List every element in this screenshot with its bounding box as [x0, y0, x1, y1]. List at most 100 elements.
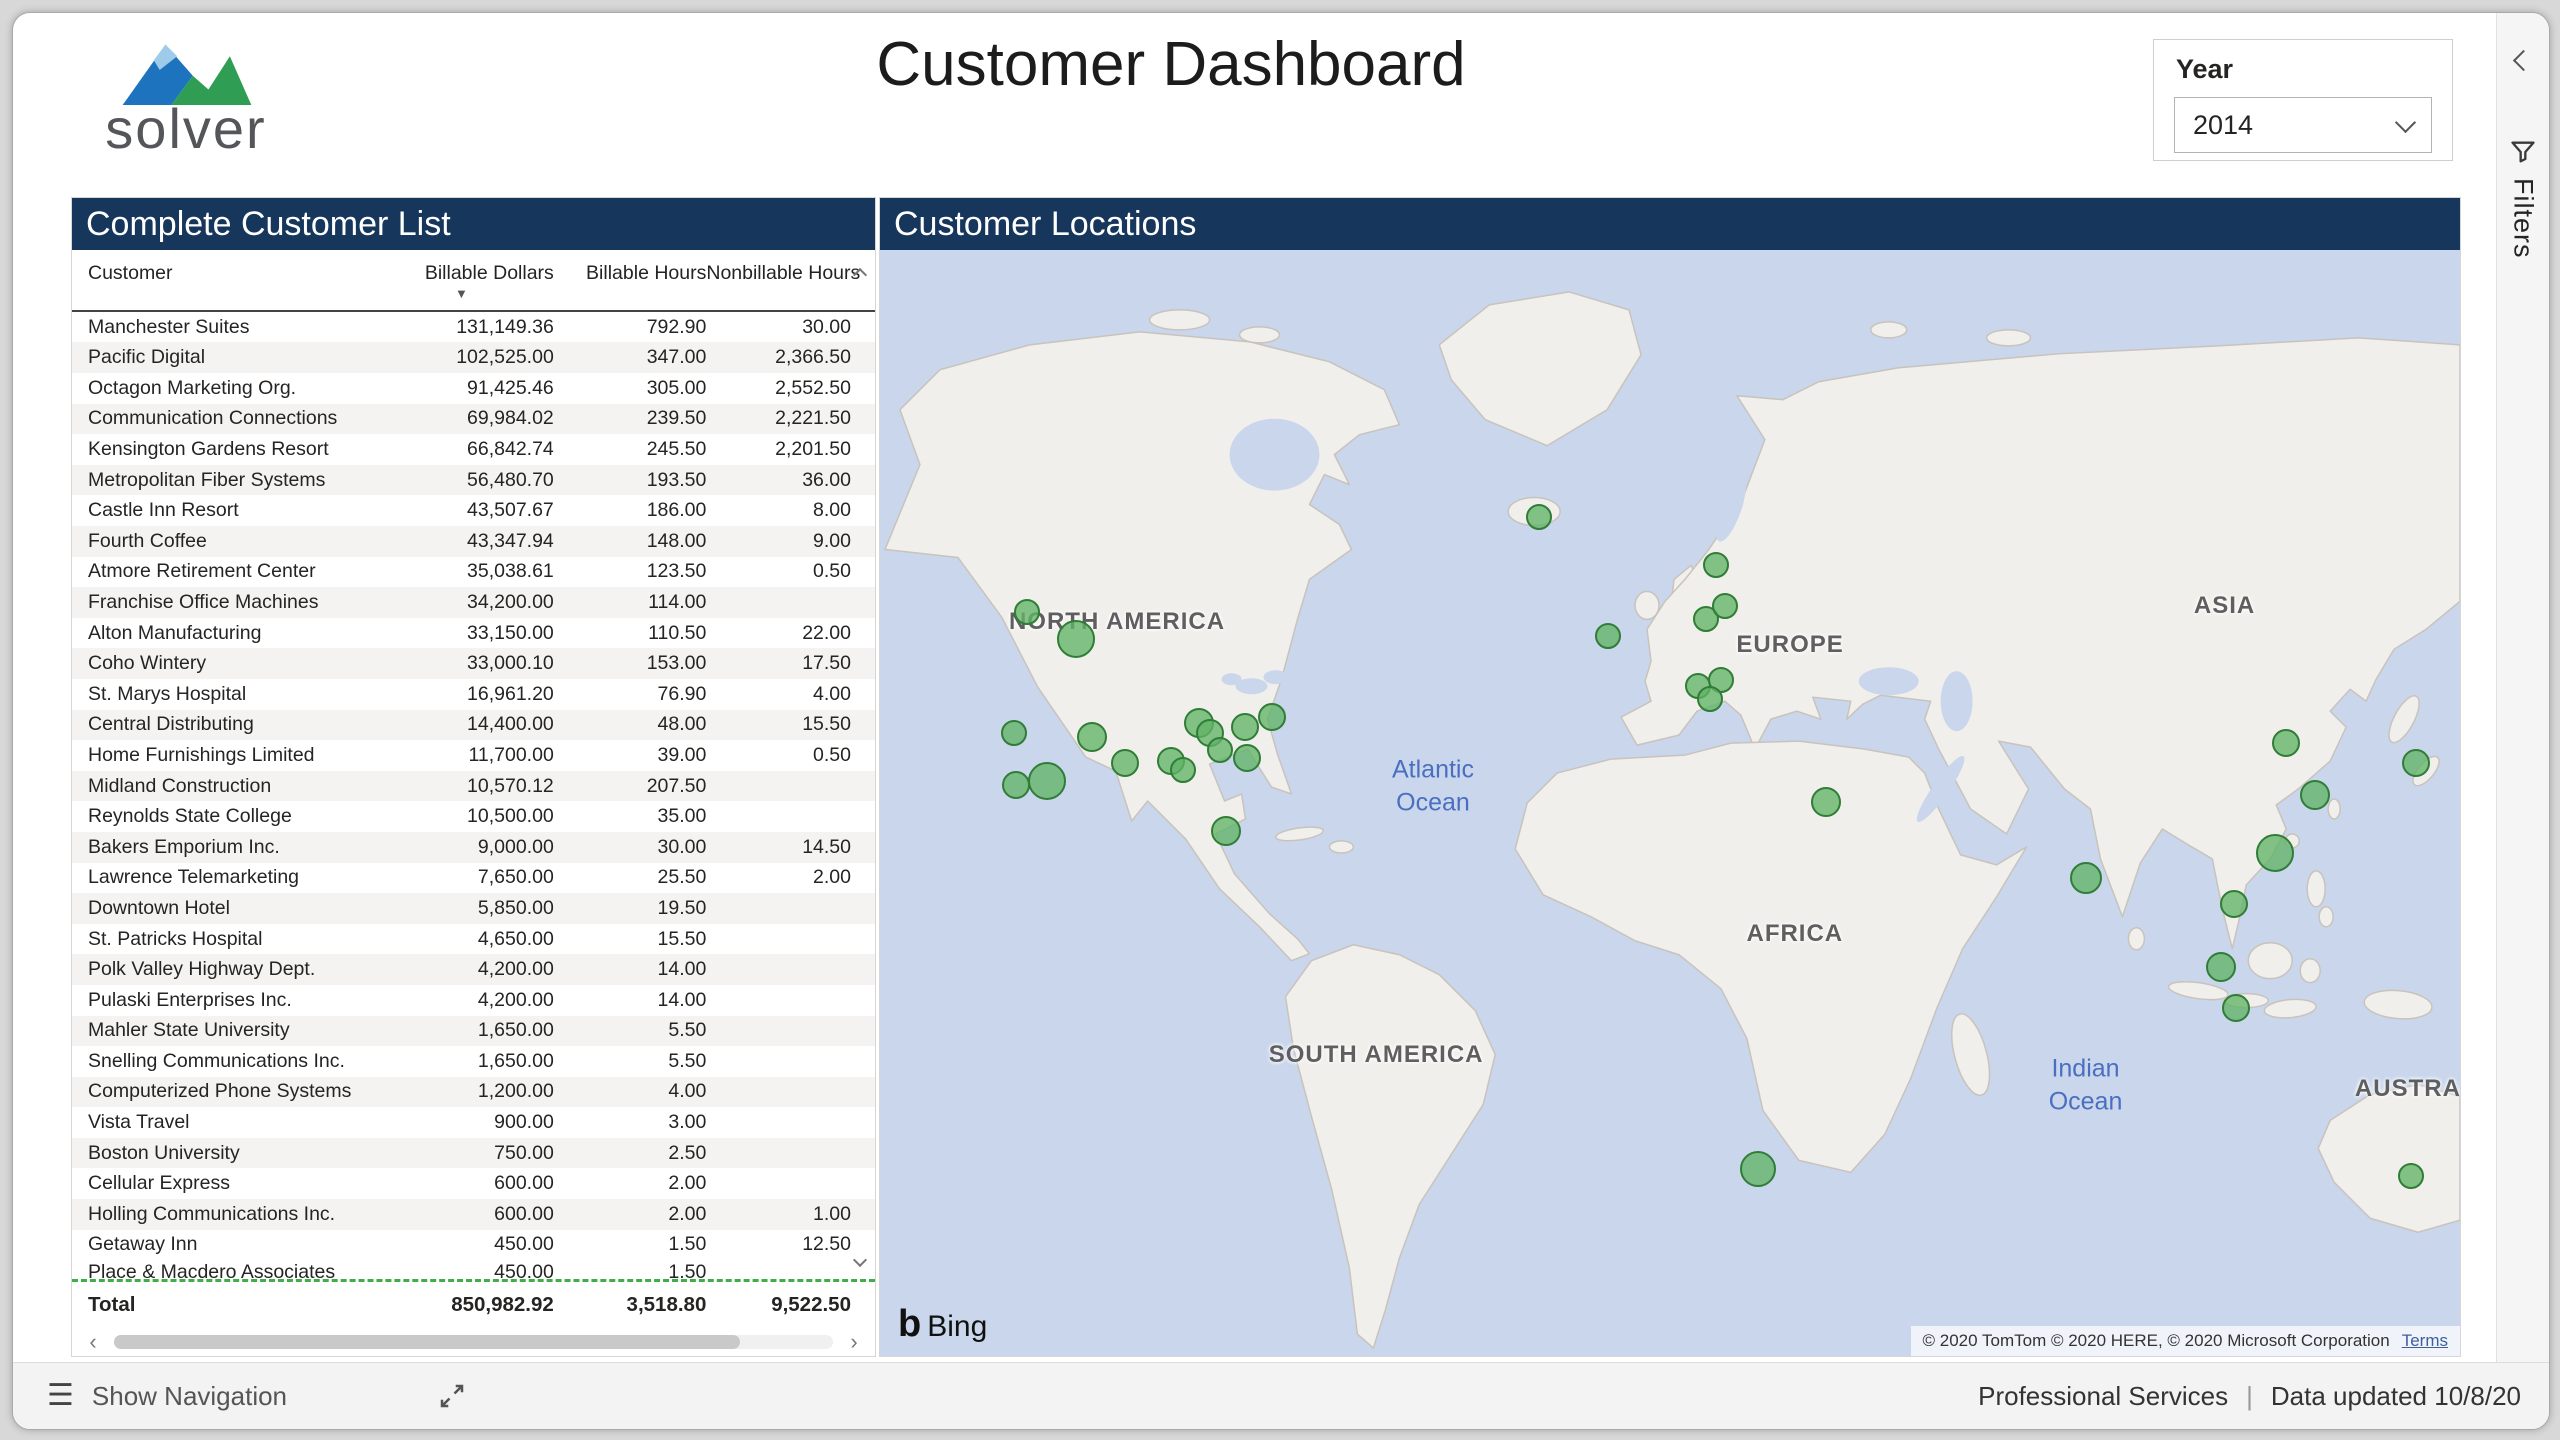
- map-marker[interactable]: [1077, 722, 1107, 752]
- column-header-nonbillable-hours[interactable]: Nonbillable Hours: [706, 262, 875, 310]
- value-cell: 25.50: [554, 866, 707, 889]
- table-row[interactable]: Home Furnishings Limited11,700.0039.000.…: [72, 740, 875, 771]
- value-cell: 66,842.74: [369, 438, 554, 461]
- table-row[interactable]: Downtown Hotel5,850.0019.50: [72, 893, 875, 924]
- map-marker[interactable]: [1258, 703, 1286, 731]
- table-row[interactable]: Communication Connections69,984.02239.50…: [72, 404, 875, 435]
- map-marker[interactable]: [2256, 834, 2294, 872]
- table-row[interactable]: Franchise Office Machines34,200.00114.00: [72, 587, 875, 618]
- table-row[interactable]: Metropolitan Fiber Systems56,480.70193.5…: [72, 465, 875, 496]
- filters-pane-label[interactable]: Filters: [2508, 178, 2539, 259]
- table-row[interactable]: Holling Communications Inc.600.002.001.0…: [72, 1199, 875, 1230]
- table-row[interactable]: Kensington Gardens Resort66,842.74245.50…: [72, 434, 875, 465]
- table-row[interactable]: Central Distributing14,400.0048.0015.50: [72, 710, 875, 741]
- map-marker[interactable]: [1111, 749, 1139, 777]
- table-row[interactable]: Vista Travel900.003.00: [72, 1107, 875, 1138]
- table-row[interactable]: Computerized Phone Systems1,200.004.00: [72, 1077, 875, 1108]
- table-row[interactable]: Pulaski Enterprises Inc.4,200.0014.00: [72, 985, 875, 1016]
- scroll-right-icon[interactable]: ›: [841, 1331, 867, 1353]
- terms-link[interactable]: Terms: [2402, 1331, 2448, 1351]
- bing-logo[interactable]: b Bing: [898, 1305, 987, 1344]
- map-marker[interactable]: [1740, 1151, 1776, 1187]
- table-row-clipped[interactable]: Place & Macdero Associates 450.00 1.50: [72, 1257, 875, 1282]
- map-marker[interactable]: [1712, 593, 1738, 619]
- collapse-filters-icon[interactable]: [2512, 50, 2533, 71]
- table-row[interactable]: Pacific Digital102,525.00347.002,366.50: [72, 342, 875, 373]
- value-cell: 0.50: [706, 744, 875, 767]
- show-navigation-button[interactable]: Show Navigation: [92, 1381, 287, 1412]
- table-row[interactable]: Mahler State University1,650.005.50: [72, 1016, 875, 1047]
- table-row[interactable]: Alton Manufacturing33,150.00110.5022.00: [72, 618, 875, 649]
- map-marker[interactable]: [2272, 729, 2300, 757]
- table-row[interactable]: Lawrence Telemarketing7,650.0025.502.00: [72, 863, 875, 894]
- map-marker[interactable]: [1233, 744, 1261, 772]
- map-marker[interactable]: [1703, 552, 1729, 578]
- scrollbar-thumb[interactable]: [114, 1335, 740, 1349]
- customer-name-cell: Cellular Express: [72, 1172, 369, 1195]
- value-cell: 2.00: [706, 866, 875, 889]
- table-row[interactable]: Fourth Coffee43,347.94148.009.00: [72, 526, 875, 557]
- table-row[interactable]: Midland Construction10,570.12207.50: [72, 771, 875, 802]
- table-header-row: Customer Billable Dollars ▼ Billable Hou…: [72, 250, 875, 312]
- scroll-left-icon[interactable]: ‹: [80, 1331, 106, 1353]
- table-row[interactable]: St. Marys Hospital16,961.2076.904.00: [72, 679, 875, 710]
- table-row[interactable]: Cellular Express600.002.00: [72, 1168, 875, 1199]
- map-marker[interactable]: [1811, 787, 1841, 817]
- table-row[interactable]: St. Patricks Hospital4,650.0015.50: [72, 924, 875, 955]
- value-cell: 2.00: [554, 1172, 707, 1195]
- table-row[interactable]: Boston University750.002.50: [72, 1138, 875, 1169]
- value-cell: 14,400.00: [369, 713, 554, 736]
- table-row[interactable]: Reynolds State College10,500.0035.00: [72, 801, 875, 832]
- column-header-billable-hours[interactable]: Billable Hours: [554, 262, 707, 310]
- table-row[interactable]: Manchester Suites131,149.36792.9030.00: [72, 312, 875, 343]
- table-row[interactable]: Getaway Inn450.001.5012.50: [72, 1230, 875, 1258]
- customer-name-cell: Getaway Inn: [72, 1233, 369, 1256]
- map-marker[interactable]: [1002, 771, 1030, 799]
- scrollbar-track[interactable]: [114, 1335, 833, 1349]
- table-row[interactable]: Castle Inn Resort43,507.67186.008.00: [72, 495, 875, 526]
- table-row[interactable]: Bakers Emporium Inc.9,000.0030.0014.50: [72, 832, 875, 863]
- map-marker[interactable]: [2206, 952, 2236, 982]
- value-cell: 8.00: [706, 499, 875, 522]
- year-dropdown[interactable]: 2014: [2174, 97, 2432, 153]
- map-marker[interactable]: [1231, 713, 1259, 741]
- table-row[interactable]: Atmore Retirement Center35,038.61123.500…: [72, 557, 875, 588]
- value-cell: 153.00: [554, 652, 707, 675]
- map-marker[interactable]: [1057, 620, 1095, 658]
- map[interactable]: NORTH AMERICAEUROPEASIAAFRICASOUTH AMERI…: [880, 250, 2460, 1356]
- map-marker[interactable]: [1697, 686, 1723, 712]
- value-cell: 43,347.94: [369, 530, 554, 553]
- map-marker[interactable]: [2222, 994, 2250, 1022]
- map-marker[interactable]: [1028, 762, 1066, 800]
- map-marker[interactable]: [1207, 737, 1233, 763]
- map-marker[interactable]: [2300, 780, 2330, 810]
- table-row[interactable]: Coho Wintery33,000.10153.0017.50: [72, 648, 875, 679]
- hamburger-icon[interactable]: ☰: [47, 1381, 74, 1411]
- customer-name-cell: Franchise Office Machines: [72, 591, 369, 614]
- map-marker[interactable]: [2402, 749, 2430, 777]
- map-marker[interactable]: [2220, 890, 2248, 918]
- map-marker[interactable]: [1014, 599, 1040, 625]
- value-cell: 347.00: [554, 346, 707, 369]
- customer-table: Customer Billable Dollars ▼ Billable Hou…: [72, 250, 875, 1356]
- map-marker[interactable]: [2070, 862, 2102, 894]
- table-row[interactable]: Polk Valley Highway Dept.4,200.0014.00: [72, 954, 875, 985]
- map-marker[interactable]: [1001, 720, 1027, 746]
- table-row[interactable]: Snelling Communications Inc.1,650.005.50: [72, 1046, 875, 1077]
- fit-to-page-icon[interactable]: [437, 1381, 467, 1411]
- map-marker[interactable]: [1595, 623, 1621, 649]
- value-cell: 3.00: [554, 1111, 707, 1134]
- value-cell: 305.00: [554, 377, 707, 400]
- value-cell: 600.00: [369, 1172, 554, 1195]
- map-marker[interactable]: [1526, 504, 1552, 530]
- chevron-down-icon: [2395, 111, 2416, 132]
- column-header-billable-dollars[interactable]: Billable Dollars ▼: [369, 262, 554, 310]
- table-row[interactable]: Octagon Marketing Org.91,425.46305.002,5…: [72, 373, 875, 404]
- value-cell: 600.00: [369, 1203, 554, 1226]
- map-marker[interactable]: [2398, 1163, 2424, 1189]
- column-header-customer[interactable]: Customer: [72, 262, 369, 310]
- map-marker[interactable]: [1170, 757, 1196, 783]
- map-marker[interactable]: [1211, 816, 1241, 846]
- value-cell: 33,000.10: [369, 652, 554, 675]
- filter-funnel-icon[interactable]: [2509, 138, 2537, 166]
